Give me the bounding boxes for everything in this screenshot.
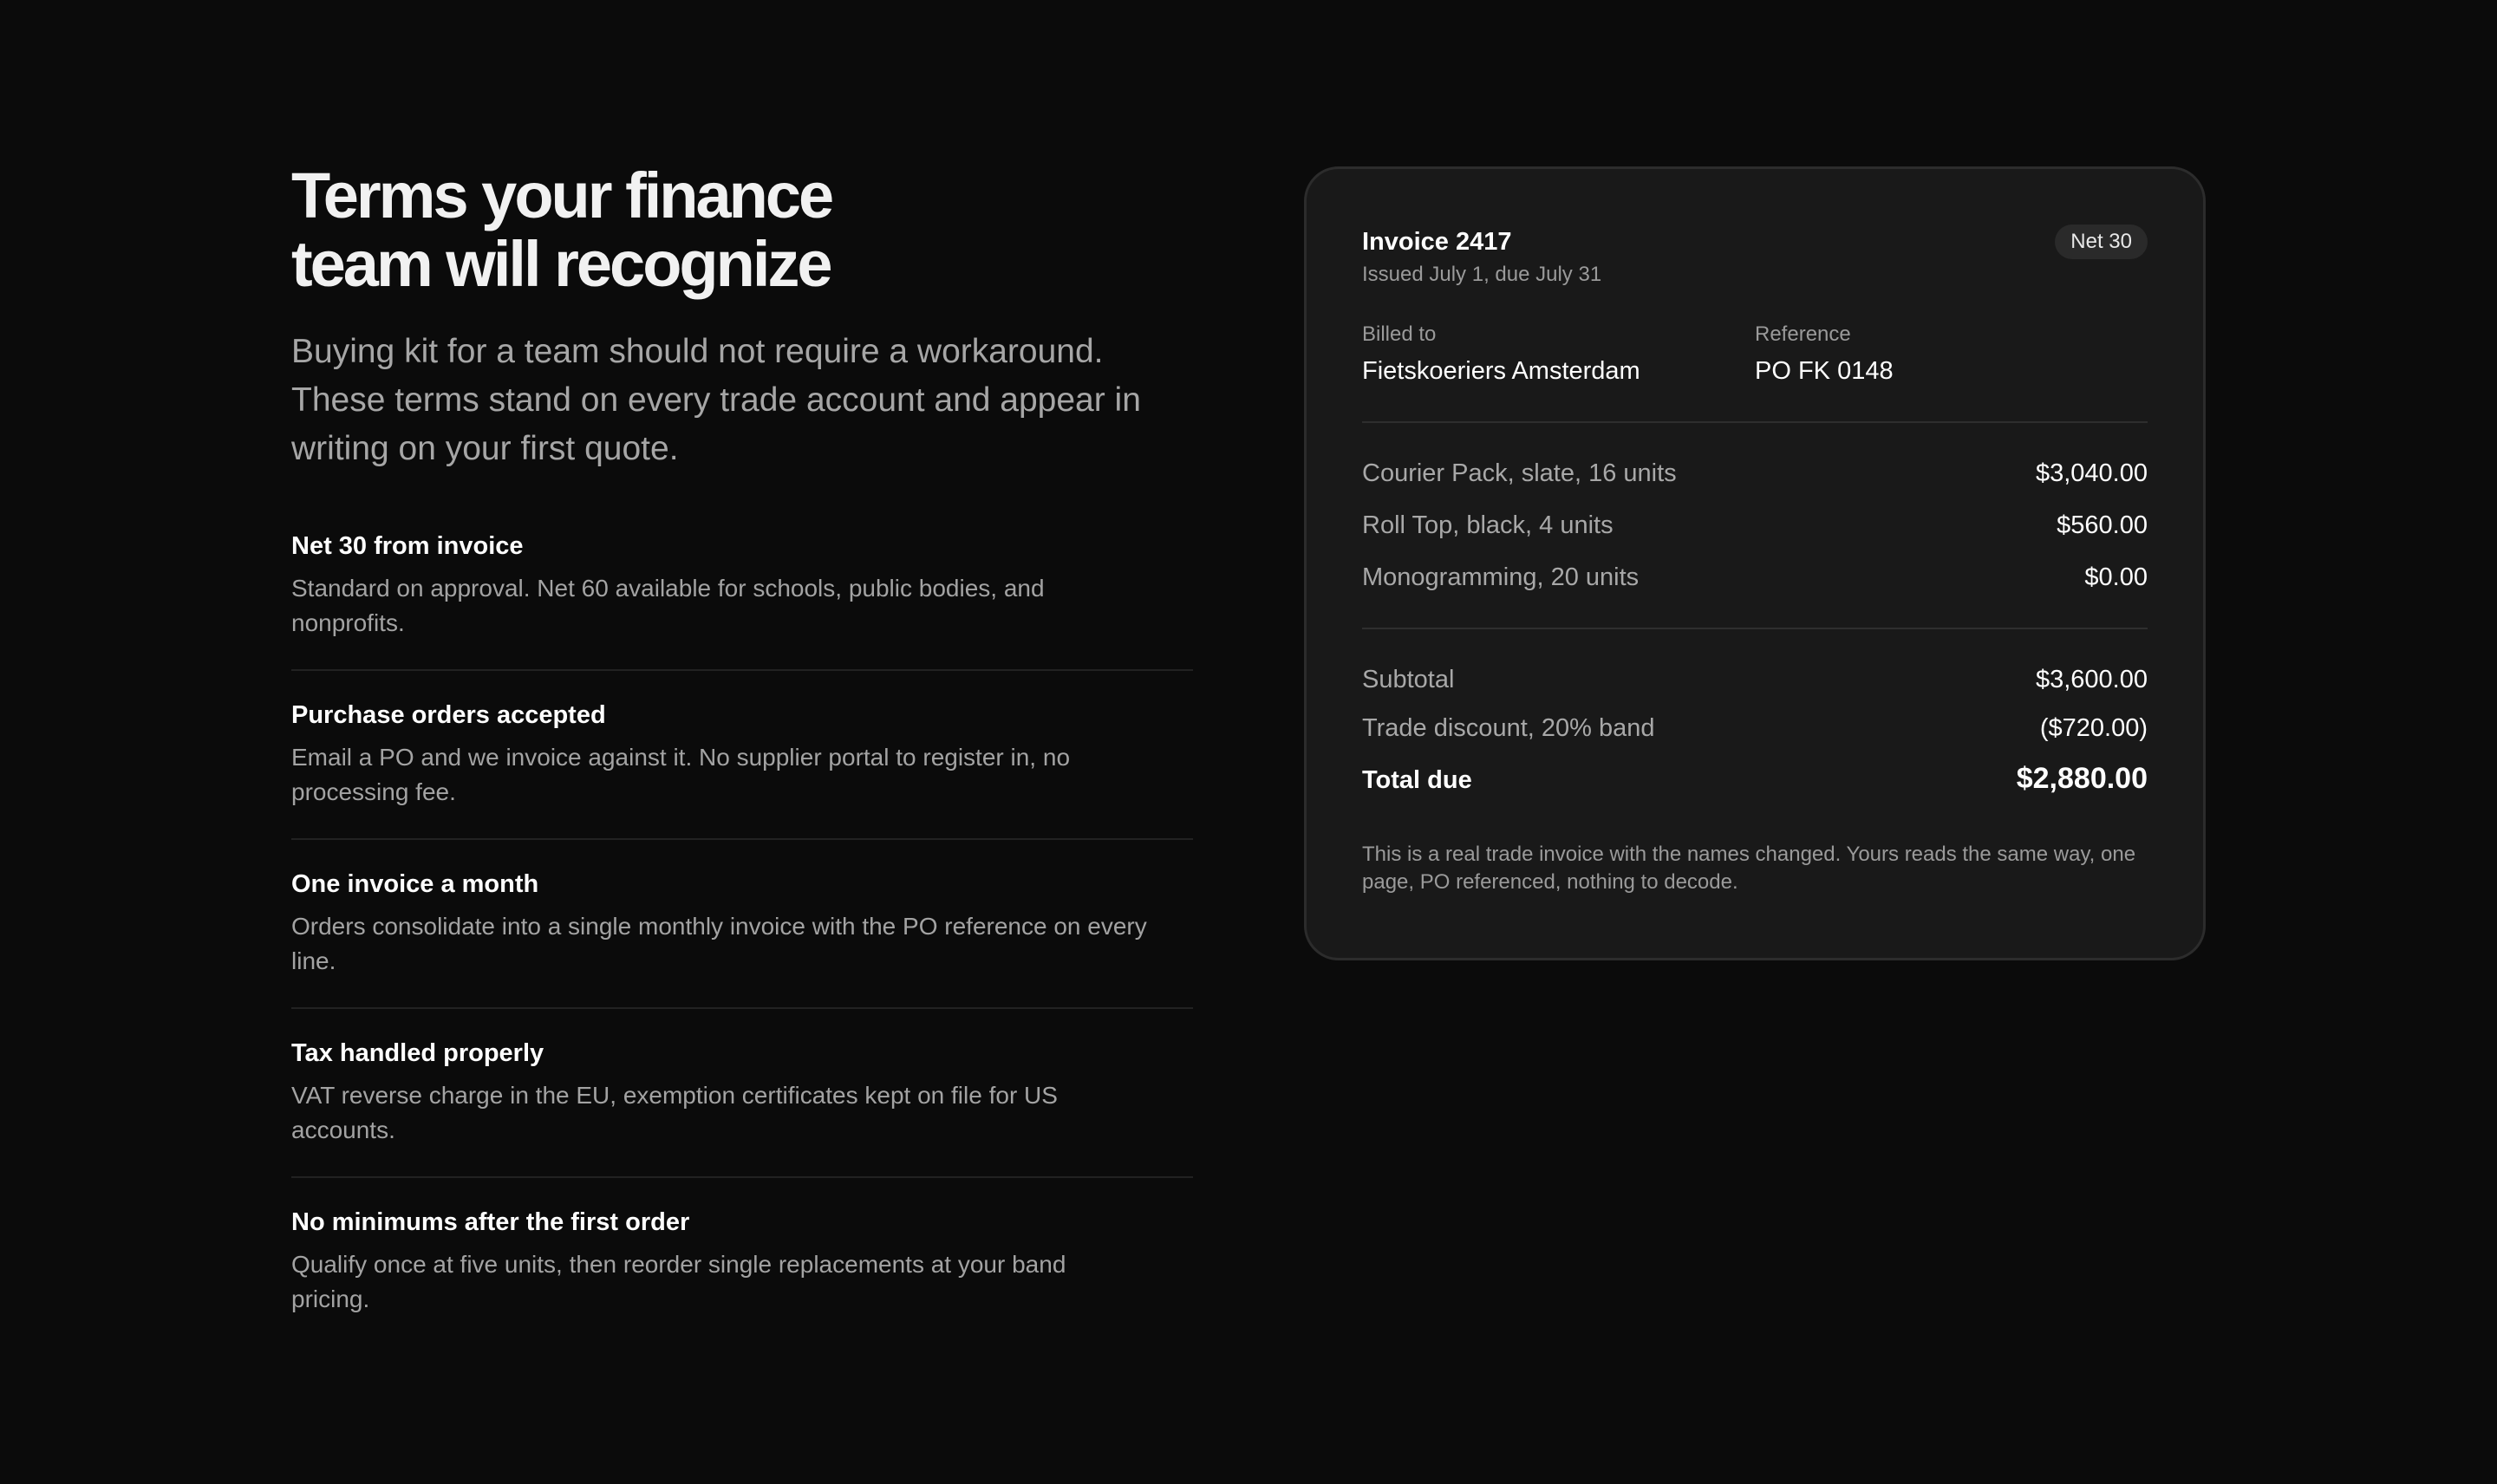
divider (1362, 628, 2148, 629)
total-value: $2,880.00 (2016, 762, 2148, 795)
term-title: One invoice a month (291, 870, 539, 898)
term-description: VAT reverse charge in the EU, exemption … (291, 1082, 1058, 1143)
line-item: Courier Pack, slate, 16 units $3,040.00 (1362, 458, 2148, 489)
invoice-totals: Subtotal $3,600.00 Trade discount, 20% b… (1362, 664, 2148, 796)
term-item-no-minimums: No minimums after the first order Qualif… (291, 1207, 1193, 1345)
reference-label: Reference (1755, 322, 1851, 346)
line-item-amount: $0.00 (2084, 563, 2148, 591)
intro-paragraph: Buying kit for a team should not require… (291, 333, 1141, 467)
terms-list: Net 30 from invoice Standard on approval… (291, 530, 1193, 1345)
divider (1362, 421, 2148, 423)
invoice-card: Invoice 2417 Issued July 1, due July 31 … (1304, 166, 2206, 960)
total-label: Total due (1362, 766, 1472, 794)
discount-value: ($720.00) (2039, 714, 2148, 742)
invoice-header: Invoice 2417 Issued July 1, due July 31 … (1362, 225, 2148, 289)
discount-row: Trade discount, 20% band ($720.00) (1362, 713, 2148, 744)
term-title: No minimums after the first order (291, 1208, 690, 1236)
term-item-purchase-orders: Purchase orders accepted Email a PO and … (291, 700, 1193, 840)
term-title: Tax handled properly (291, 1039, 544, 1067)
reference-value: PO FK 0148 (1755, 357, 1894, 385)
line-item: Monogramming, 20 units $0.00 (1362, 562, 2148, 593)
line-item: Roll Top, black, 4 units $560.00 (1362, 510, 2148, 541)
term-description: Orders consolidate into a single monthly… (291, 913, 1147, 974)
invoice-parties: Billed to Fietskoeriers Amsterdam Refere… (1362, 322, 2148, 387)
billed-to: Billed to Fietskoeriers Amsterdam (1362, 322, 1755, 387)
term-item-monthly-invoice: One invoice a month Orders consolidate i… (291, 869, 1193, 1009)
line-item-description: Roll Top, black, 4 units (1362, 511, 1614, 539)
payment-terms-badge: Net 30 (2055, 225, 2148, 259)
invoice-dates: Issued July 1, due July 31 (1362, 263, 1602, 286)
page-title-line-2: team will recognize (291, 228, 833, 300)
term-description: Qualify once at five units, then reorder… (291, 1251, 1066, 1312)
page-title-line-1: Terms your finance (291, 159, 834, 231)
invoice-line-items: Courier Pack, slate, 16 units $3,040.00 … (1362, 458, 2148, 593)
billed-to-label: Billed to (1362, 322, 1437, 346)
billed-to-value: Fietskoeriers Amsterdam (1362, 357, 1640, 385)
line-item-description: Monogramming, 20 units (1362, 563, 1640, 591)
page-title: Terms your finance team will recognize (291, 161, 1193, 298)
reference: Reference PO FK 0148 (1755, 322, 2148, 387)
term-description: Standard on approval. Net 60 available f… (291, 575, 1045, 636)
terms-section: Terms your finance team will recognize B… (291, 161, 1193, 1345)
subtotal-value: $3,600.00 (2035, 666, 2148, 693)
invoice-title: Invoice 2417 (1362, 228, 1512, 256)
subtotal-label: Subtotal (1362, 666, 1455, 693)
term-item-net-30: Net 30 from invoice Standard on approval… (291, 530, 1193, 671)
term-description: Email a PO and we invoice against it. No… (291, 744, 1071, 805)
line-item-amount: $560.00 (2057, 511, 2148, 539)
term-title: Net 30 from invoice (291, 532, 524, 560)
line-item-amount: $3,040.00 (2035, 459, 2148, 487)
line-item-description: Courier Pack, slate, 16 units (1362, 459, 1677, 487)
term-title: Purchase orders accepted (291, 701, 606, 729)
discount-label: Trade discount, 20% band (1362, 714, 1655, 742)
term-item-tax: Tax handled properly VAT reverse charge … (291, 1038, 1193, 1178)
invoice-note: This is a real trade invoice with the na… (1362, 843, 2136, 894)
total-row: Total due $2,880.00 (1362, 761, 2148, 796)
subtotal-row: Subtotal $3,600.00 (1362, 664, 2148, 695)
